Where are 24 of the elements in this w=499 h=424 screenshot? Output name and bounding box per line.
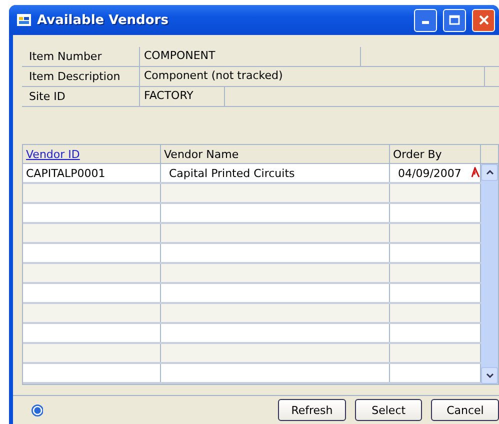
- dialog-button[interactable]: Select: [354, 399, 422, 421]
- window-icon: [17, 14, 31, 26]
- column-header: Vendor Name: [161, 145, 390, 163]
- field-label: Item Number: [28, 49, 103, 65]
- maximize-button[interactable]: [443, 8, 466, 32]
- field-label: Site ID: [28, 89, 66, 105]
- maximize-icon: [449, 15, 460, 25]
- table-cell-text: Capital Printed Circuits: [168, 167, 295, 182]
- table-cell-text: 04/09/2007: [397, 167, 462, 182]
- field-value: FACTORY: [139, 87, 225, 106]
- field-value: Component (not tracked): [139, 67, 485, 86]
- column-header-link[interactable]: Vendor ID: [23, 145, 161, 163]
- dialog-button[interactable]: Refresh: [278, 399, 346, 421]
- table-cell: CAPITALP0001: [26, 167, 106, 182]
- window-title: Available Vendors: [37, 12, 170, 28]
- close-icon: [478, 15, 488, 25]
- marker-icon: [471, 167, 480, 178]
- scrollbar[interactable]: [481, 164, 498, 384]
- close-button[interactable]: [472, 8, 495, 32]
- field-label: Item Description: [28, 69, 122, 85]
- field-value: COMPONENT: [139, 47, 361, 66]
- minimize-button[interactable]: [414, 8, 437, 32]
- dialog-button[interactable]: Cancel: [431, 399, 499, 421]
- column-header: Order By: [390, 145, 481, 163]
